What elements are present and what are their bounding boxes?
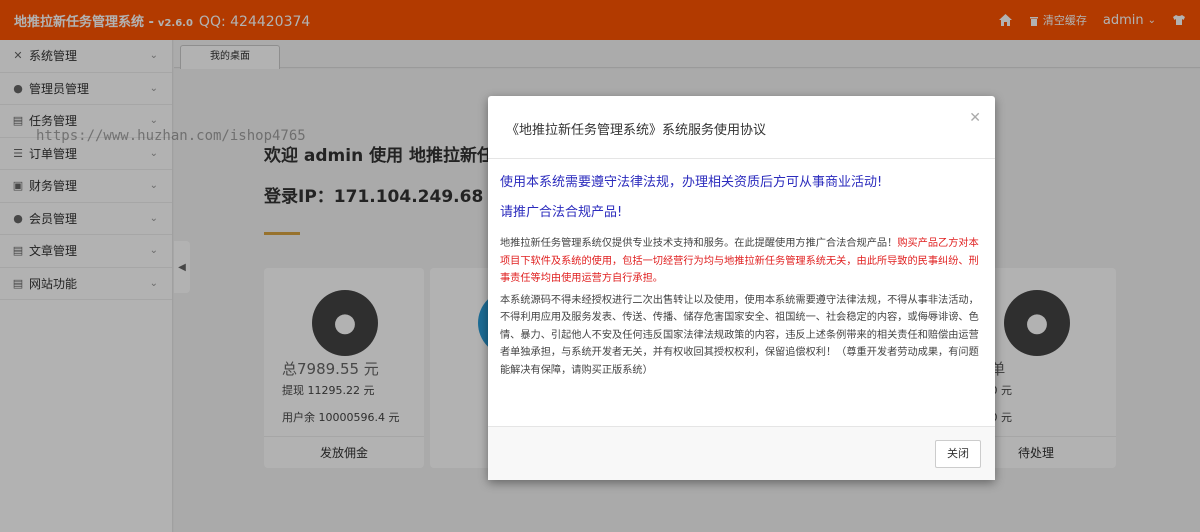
disclaimer-normal: 地推拉新任务管理系统仅提供专业技术支持和服务。在此提醒使用方推广合法合规产品！ [500, 238, 898, 249]
close-button[interactable]: 关闭 [935, 440, 981, 468]
modal-title: 《地推拉新任务管理系统》系统服务使用协议 [506, 123, 767, 138]
modal-body: 使用本系统需要遵守法律法规，办理相关资质后方可从事商业活动! 请推广合法合规产品… [488, 159, 995, 427]
modal-footer: 关闭 [488, 426, 995, 480]
license-paragraph: 本系统源码不得未经授权进行二次出售转让以及使用，使用本系统需要遵守法律法规，不得… [500, 294, 979, 376]
lead-text-2: 请推广合法合规产品! [500, 205, 623, 220]
agreement-modal: 《地推拉新任务管理系统》系统服务使用协议 ✕ 使用本系统需要遵守法律法规，办理相… [488, 96, 995, 480]
lead-text-1: 使用本系统需要遵守法律法规，办理相关资质后方可从事商业活动! [500, 175, 883, 190]
disclaimer-paragraph: 地推拉新任务管理系统仅提供专业技术支持和服务。在此提醒使用方推广合法合规产品！购… [500, 235, 983, 288]
close-icon[interactable]: ✕ [969, 110, 981, 126]
modal-header: 《地推拉新任务管理系统》系统服务使用协议 ✕ [488, 96, 995, 159]
